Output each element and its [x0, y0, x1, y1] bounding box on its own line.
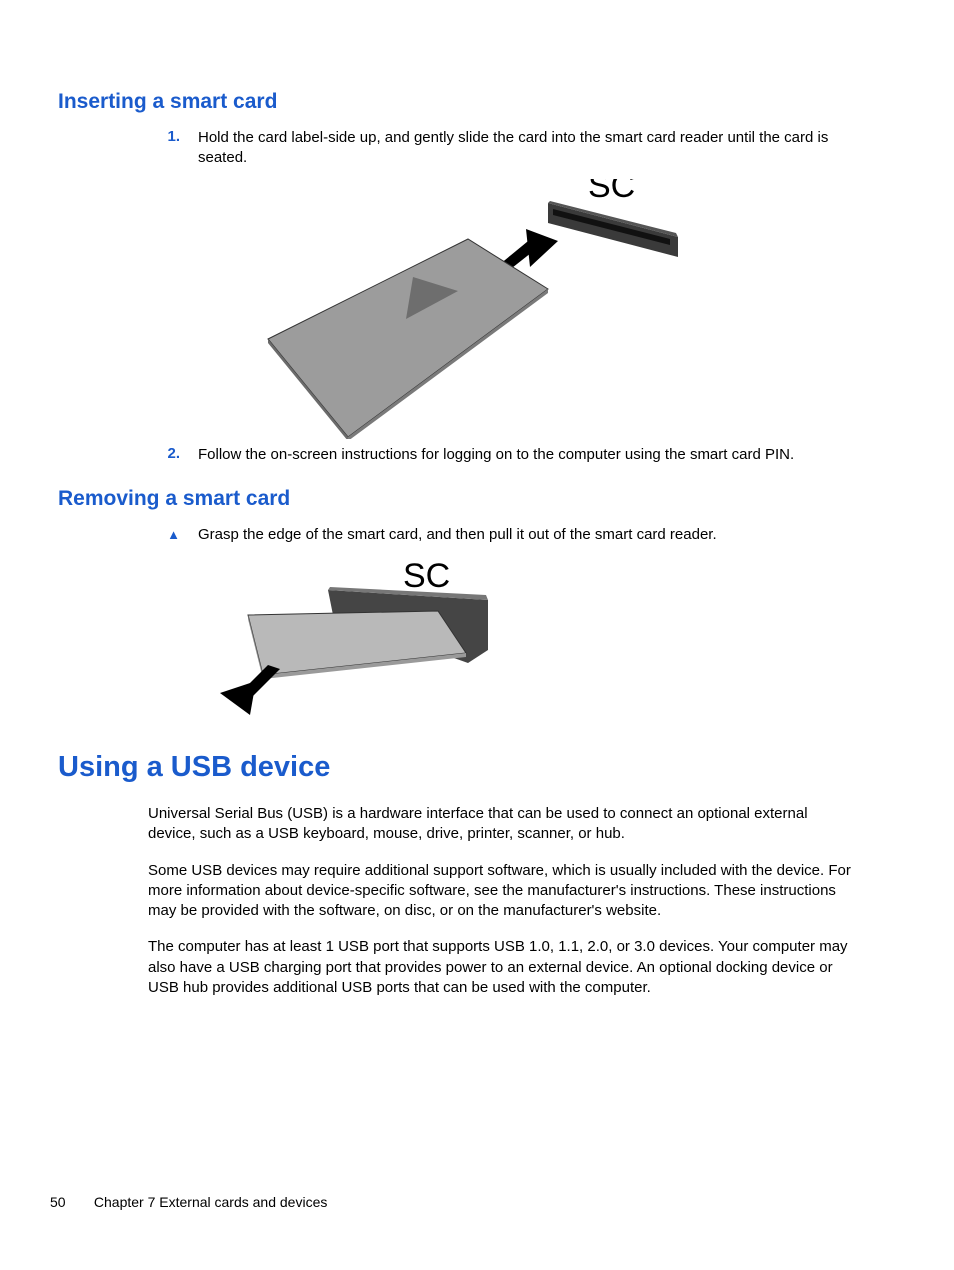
chapter-label: Chapter 7 External cards and devices: [94, 1194, 327, 1210]
heading-using-usb-device: Using a USB device: [58, 751, 896, 784]
remove-bullet-icon: ▲: [148, 525, 198, 545]
sc-label-2: SC: [403, 557, 450, 595]
step-1-text: Hold the card label-side up, and gently …: [198, 128, 896, 169]
step-2: 2. Follow the on-screen instructions for…: [148, 445, 896, 465]
remove-step-text: Grasp the edge of the smart card, and th…: [198, 525, 896, 545]
step-1-marker: 1.: [148, 128, 198, 169]
figure-remove-smart-card: SC: [198, 555, 508, 715]
heading-inserting-smart-card: Inserting a smart card: [58, 90, 896, 114]
usb-para-2: Some USB devices may require additional …: [148, 861, 856, 922]
arrow-remove-icon: [220, 665, 280, 715]
usb-para-1: Universal Serial Bus (USB) is a hardware…: [148, 804, 856, 845]
sc-label-1: SC: [588, 179, 635, 205]
step-1: 1. Hold the card label-side up, and gent…: [148, 128, 896, 169]
step-2-text: Follow the on-screen instructions for lo…: [198, 445, 896, 465]
page-footer: 50 Chapter 7 External cards and devices: [50, 1194, 327, 1210]
heading-removing-smart-card: Removing a smart card: [58, 487, 896, 511]
remove-step: ▲ Grasp the edge of the smart card, and …: [148, 525, 896, 545]
page-number: 50: [50, 1194, 90, 1210]
usb-para-3: The computer has at least 1 USB port tha…: [148, 937, 856, 998]
step-2-marker: 2.: [148, 445, 198, 465]
figure-insert-smart-card: SC: [258, 179, 688, 439]
